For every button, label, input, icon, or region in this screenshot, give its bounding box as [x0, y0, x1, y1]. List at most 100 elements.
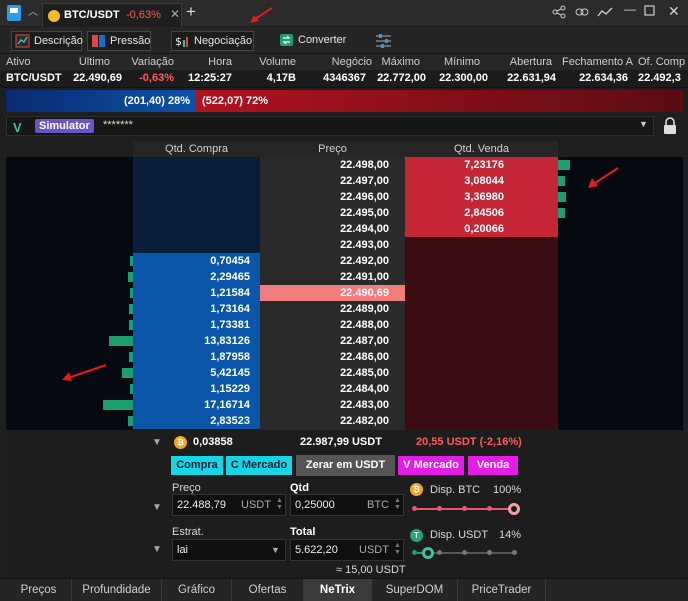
price-cell[interactable]: 22.482,00	[260, 413, 405, 429]
link-icon[interactable]	[575, 5, 589, 22]
buy-qty-cell[interactable]: 2,29465	[133, 269, 260, 285]
tab-symbol: BTC/USDT	[64, 9, 120, 21]
buy-qty-cell[interactable]: 1,21584	[133, 285, 260, 301]
negociacao-button[interactable]: $ Negociação	[171, 31, 254, 51]
slider-step-dot[interactable]	[512, 550, 517, 555]
pressao-button[interactable]: Pressão	[87, 31, 151, 51]
buy-qty-cell[interactable]: 5,42145	[133, 365, 260, 381]
v-mercado-button[interactable]: V Mercado	[398, 456, 464, 475]
price-cell[interactable]: 22.496,00	[260, 189, 405, 205]
slider-step-dot[interactable]	[462, 506, 467, 511]
chevron-down-icon[interactable]: ▼	[152, 544, 162, 555]
settings-sliders-icon[interactable]	[375, 33, 392, 51]
slider-step-dot[interactable]	[437, 506, 442, 511]
price-cell[interactable]: 22.494,00	[260, 221, 405, 237]
price-cell[interactable]: 22.495,00	[260, 205, 405, 221]
buy-qty-cell[interactable]: 1,73164	[133, 301, 260, 317]
chevron-down-icon[interactable]: ▼	[152, 502, 162, 513]
buy-qty-cell[interactable]: 1,87958	[133, 349, 260, 365]
disp-usdt-slider[interactable]	[412, 547, 517, 559]
stepper-icon[interactable]: ▲ ▼	[394, 542, 401, 556]
buy-qty-cell[interactable]: 2,83523	[133, 413, 260, 429]
tab-profundidade[interactable]: Profundidade	[72, 579, 162, 601]
slider-step-dot[interactable]	[412, 506, 417, 511]
maximize-icon[interactable]	[644, 5, 655, 19]
account-selector[interactable]: V Simulator ******* ▼	[6, 116, 654, 136]
buy-qty-cell[interactable]: 1,15229	[133, 381, 260, 397]
chevron-down-icon[interactable]: ▼	[152, 437, 162, 448]
buy-volume-bar	[130, 256, 133, 266]
total-label: Total	[290, 526, 316, 538]
venda-button[interactable]: Venda	[468, 456, 518, 475]
share-icon[interactable]	[552, 5, 566, 22]
price-cell[interactable]: 22.491,00	[260, 269, 405, 285]
sell-qty-cell[interactable]: 0,20066	[405, 221, 558, 237]
close-tab-icon[interactable]: ✕	[170, 7, 180, 21]
c-mercado-button[interactable]: C Mercado	[226, 456, 292, 475]
buy-qty-cell[interactable]: 13,83126	[133, 333, 260, 349]
price-cell[interactable]: 22.497,00	[260, 173, 405, 189]
slider-step-dot[interactable]	[487, 506, 492, 511]
slider-knob[interactable]	[508, 503, 520, 515]
buy-qty-cell[interactable]: 0,70454	[133, 253, 260, 269]
buy-volume-bar	[128, 272, 133, 282]
sell-qty-cell[interactable]: 3,08044	[405, 173, 558, 189]
price-cell[interactable]: 22.485,00	[260, 365, 405, 381]
compra-button[interactable]: Compra	[171, 456, 223, 475]
tab-ofertas[interactable]: Ofertas	[232, 579, 304, 601]
converter-button[interactable]: Converter	[276, 31, 352, 51]
buy-volume-bar	[129, 352, 133, 362]
slider-step-dot[interactable]	[412, 550, 417, 555]
tab-pre-os[interactable]: Preços	[6, 579, 72, 601]
qtd-field[interactable]: 0,25000 BTC ▲ ▼	[290, 494, 404, 516]
price-cell[interactable]: 22.483,00	[260, 397, 405, 413]
buy-qty-cell[interactable]: 17,16714	[133, 397, 260, 413]
tab-btc-usdt[interactable]: BTC/USDT -0,63% ✕	[42, 3, 182, 27]
header-abertura: Abertura	[509, 56, 552, 68]
slider-step-dot[interactable]	[462, 550, 467, 555]
price-cell[interactable]: 22.493,00	[260, 237, 405, 253]
tab-gr-fico[interactable]: Gráfico	[162, 579, 232, 601]
app-icon[interactable]	[7, 5, 21, 21]
descricao-button[interactable]: Descrição	[11, 31, 83, 51]
tab-pricetrader[interactable]: PriceTrader	[458, 579, 546, 601]
quote-row[interactable]: BTC/USDT 22.490,69 -0,63% 12:25:27 4,17B…	[0, 70, 688, 88]
chevron-down-icon: ▼	[271, 545, 280, 555]
chart-trend-icon[interactable]	[597, 5, 613, 22]
zerar-button[interactable]: Zerar em USDT	[296, 455, 395, 476]
price-cell[interactable]: 22.488,00	[260, 317, 405, 333]
header-volume: Volume	[259, 56, 296, 68]
sell-qty-cell[interactable]: 7,23176	[405, 157, 558, 173]
sell-qty-cell[interactable]: 3,36980	[405, 189, 558, 205]
minimize-icon[interactable]: —	[624, 2, 636, 16]
price-cell[interactable]: 22.487,00	[260, 333, 405, 349]
slider-knob[interactable]	[422, 547, 434, 559]
lock-icon[interactable]	[662, 117, 678, 135]
tab-superdom[interactable]: SuperDOM	[372, 579, 458, 601]
chevron-down-icon[interactable]: ▼	[639, 119, 648, 129]
preco-value: 22.488,79	[177, 499, 226, 511]
description-icon	[15, 34, 30, 48]
stepper-icon[interactable]: ▲ ▼	[394, 497, 401, 511]
buy-qty-cell[interactable]: 1,73381	[133, 317, 260, 333]
price-cell[interactable]: 22.498,00	[260, 157, 405, 173]
price-cell[interactable]: 22.492,00	[260, 253, 405, 269]
slider-step-dot[interactable]	[437, 550, 442, 555]
preco-field[interactable]: 22.488,79 USDT ▲ ▼	[172, 494, 286, 516]
slider-step-dot[interactable]	[487, 550, 492, 555]
total-field[interactable]: 5.622,20 USDT ▲ ▼	[290, 539, 404, 561]
chevron-up-icon[interactable]: ︿	[26, 5, 40, 21]
sell-qty-cell[interactable]: 2,84506	[405, 205, 558, 221]
estrat-select[interactable]: lai ▼	[172, 539, 286, 561]
disp-btc-slider[interactable]	[412, 503, 520, 515]
account-masked: *******	[103, 119, 133, 131]
price-cell[interactable]: 22.484,00	[260, 381, 405, 397]
close-window-icon[interactable]: ✕	[668, 3, 680, 20]
price-cell[interactable]: 22.486,00	[260, 349, 405, 365]
current-price-cell[interactable]: 22.490,69	[260, 285, 405, 301]
tab-netrix[interactable]: NeTrix	[304, 579, 372, 601]
stepper-icon[interactable]: ▲ ▼	[276, 497, 283, 511]
price-cell[interactable]: 22.489,00	[260, 301, 405, 317]
new-tab-button[interactable]: +	[186, 2, 196, 22]
price-change: 20,55 USDT (-2,16%)	[416, 436, 522, 448]
